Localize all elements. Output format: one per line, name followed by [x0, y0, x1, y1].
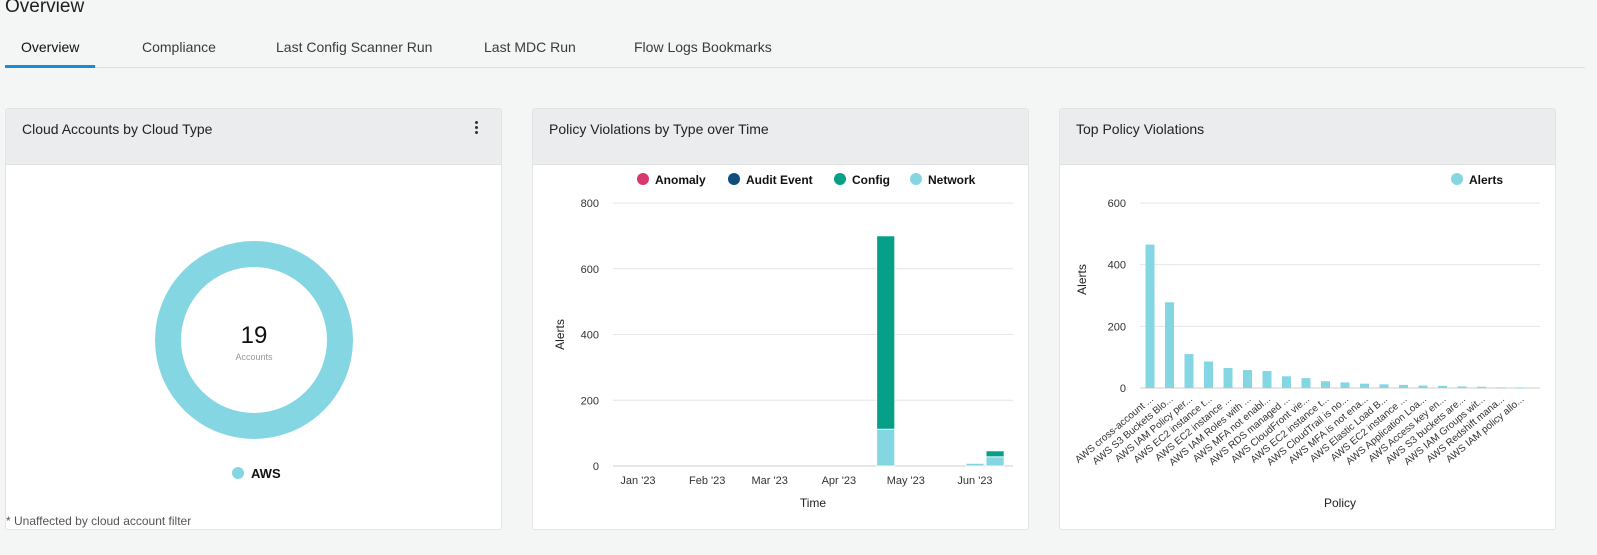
tab-flow-logs-bookmarks[interactable]: Flow Logs Bookmarks [618, 38, 788, 68]
bar-policy [1438, 385, 1447, 388]
card-title: Policy Violations by Type over Time [549, 121, 769, 137]
x-tick-label: Jan '23 [620, 475, 655, 487]
y-tick-label: 400 [1108, 260, 1126, 272]
legend-marker [834, 173, 846, 185]
y-axis-label: Alerts [1075, 264, 1089, 295]
bar-policy [1204, 361, 1213, 388]
x-axis-label: Policy [1324, 496, 1356, 510]
more-options-icon[interactable] [471, 121, 481, 137]
y-axis-label: Alerts [553, 319, 567, 350]
bar-chart: 0200400600AlertsPolicyAlertsAWS cross-ac… [1073, 173, 1540, 510]
y-tick-label: 0 [593, 461, 599, 473]
bar-segment-network [876, 428, 896, 467]
bar-policy [1243, 370, 1252, 388]
bar-policy [1418, 385, 1428, 388]
bar-policy [1340, 382, 1350, 388]
card-header: Top Policy Violations [1060, 109, 1555, 165]
y-tick-label: 600 [1108, 198, 1126, 210]
tab-overview[interactable]: Overview [5, 38, 96, 68]
y-tick-label: 0 [1120, 383, 1126, 395]
bar-policy [1321, 381, 1330, 388]
bar-policy [1223, 367, 1233, 388]
bar-policy [1496, 387, 1506, 389]
bar-policy [1262, 371, 1272, 388]
legend-label: Network [928, 173, 976, 187]
card-body: 0 200 400 600 Alerts Policy Alerts AWS cross-ac… [1060, 165, 1555, 529]
bar-policy [1457, 386, 1467, 388]
y-tick-label: 800 [581, 198, 599, 210]
bar-policy [1301, 378, 1311, 388]
y-tick-label: 600 [581, 264, 599, 276]
bar-policy [1516, 387, 1525, 389]
cloud-accounts-card: Cloud Accounts by Cloud Type 19 Accounts A… [5, 108, 502, 530]
y-tick-label: 200 [1108, 321, 1126, 333]
bar-policy [1379, 384, 1389, 388]
donut-center-label: Accounts [235, 352, 273, 362]
bar-policy [1477, 386, 1486, 388]
legend-marker [637, 173, 649, 185]
donut-chart: 19 Accounts AWS [155, 241, 353, 481]
tab-bar: Overview Compliance Last Config Scanner … [5, 30, 1585, 68]
tab-compliance[interactable]: Compliance [126, 38, 232, 68]
y-tick-label: 400 [581, 330, 599, 342]
legend-marker-aws [232, 467, 244, 479]
bar-policy [1399, 384, 1408, 388]
page-title: Overview [5, 0, 85, 17]
bar-policy [1145, 244, 1155, 388]
tab-last-mdc-run[interactable]: Last MDC Run [468, 38, 592, 68]
tab-last-config-scanner-run[interactable]: Last Config Scanner Run [260, 38, 448, 68]
top-policy-violations-card: Top Policy Violations 0 200 400 600 Alerts Po… [1059, 108, 1556, 530]
footnote: * Unaffected by cloud account filter [6, 514, 192, 528]
x-tick-label: May '23 [887, 475, 925, 487]
legend-marker-alerts [1451, 173, 1463, 185]
bar-policy [1165, 302, 1174, 388]
legend-marker [728, 173, 740, 185]
bar-segment-config [876, 235, 896, 430]
stacked-bar-chart: 0 200 400 600 800 Jan '23 Feb '23 Mar '23 Apr '2… [553, 173, 1013, 510]
bar-policy [1184, 354, 1194, 388]
bar-segment-config [985, 450, 1005, 458]
x-tick-label: Feb '23 [689, 475, 725, 487]
x-axis-label: Time [800, 496, 827, 510]
legend-label: Config [852, 173, 890, 187]
x-tick-label: Apr '23 [822, 475, 857, 487]
bar-policy [1360, 383, 1369, 388]
donut-center-value: 19 [241, 322, 268, 349]
card-body: 0 200 400 600 800 Jan '23 Feb '23 Mar '23 Apr '2… [533, 165, 1028, 529]
legend-label-alerts: Alerts [1469, 173, 1503, 187]
card-header: Policy Violations by Type over Time [533, 109, 1028, 165]
card-header: Cloud Accounts by Cloud Type [6, 109, 501, 165]
y-tick-label: 200 [581, 395, 599, 407]
card-title: Top Policy Violations [1076, 121, 1205, 137]
x-tick-label: Mar '23 [752, 475, 788, 487]
policy-violations-time-card: Policy Violations by Type over Time 0 200… [532, 108, 1029, 530]
legend-label: Audit Event [746, 173, 813, 187]
card-title: Cloud Accounts by Cloud Type [22, 121, 213, 137]
bar-segment-network [965, 462, 985, 467]
legend-label-aws: AWS [251, 466, 281, 481]
bar-segment-network [985, 456, 1005, 467]
x-tick-label: Jun '23 [957, 475, 992, 487]
legend-marker [910, 173, 922, 185]
bar-policy [1282, 376, 1291, 388]
card-body: 19 Accounts AWS * Unaffected by cloud acco… [6, 165, 501, 529]
legend-label: Anomaly [655, 173, 706, 187]
